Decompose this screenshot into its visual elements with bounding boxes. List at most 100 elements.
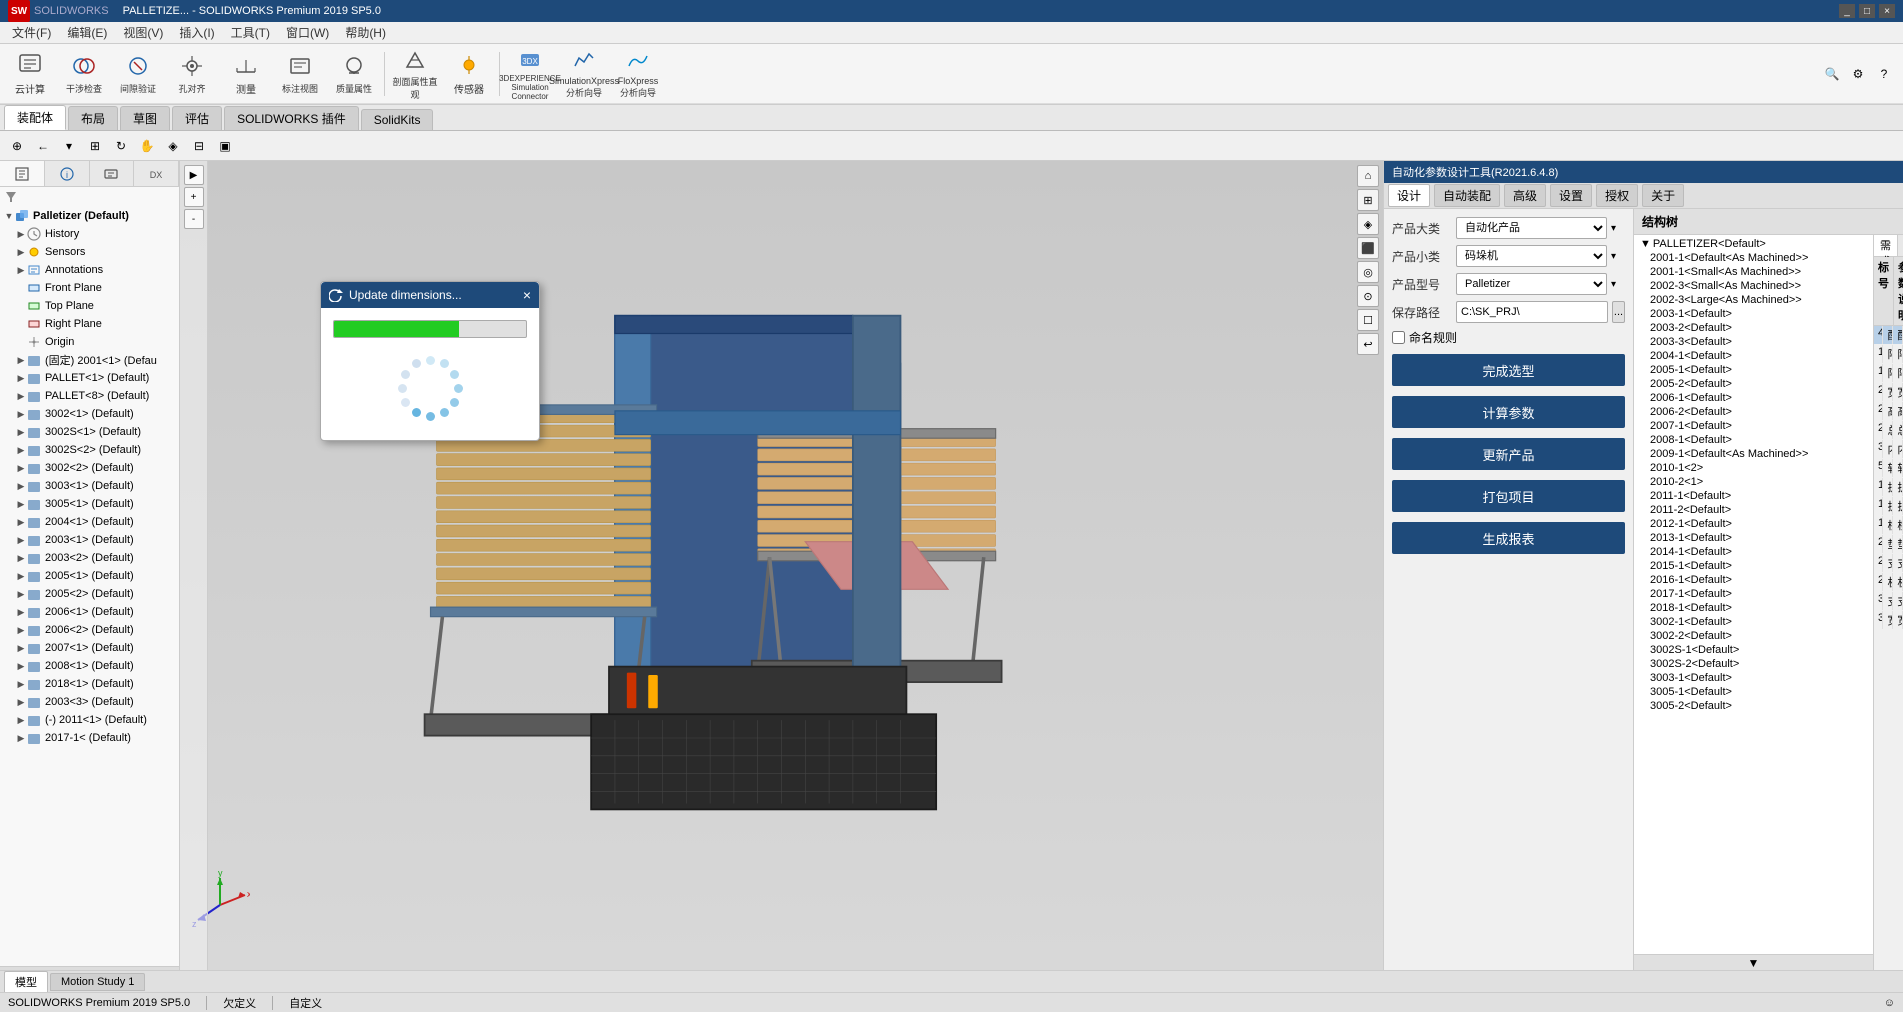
vp-btn-rotate[interactable]: ↩ [1357,333,1379,355]
toolbar-btn-measure[interactable]: 测量 [220,48,272,100]
panel-tab-feature[interactable] [0,161,45,186]
struct-item-20[interactable]: 2013-1<Default> [1636,531,1871,545]
naming-rule-checkbox[interactable] [1392,331,1405,344]
browse-button[interactable]: ... [1612,301,1625,323]
save-path-input[interactable] [1456,301,1608,323]
cmd-icon-zoom[interactable]: ⊞ [84,135,106,157]
panel-tab-property[interactable]: i [45,161,90,186]
menu-insert[interactable]: 插入(I) [171,22,222,43]
vp-btn-section[interactable]: ⬛ [1357,237,1379,259]
struct-item-17[interactable]: 2011-1<Default> [1636,489,1871,503]
struct-item-8[interactable]: 2005-1<Default> [1636,363,1871,377]
struct-item-29[interactable]: 3002S-2<Default> [1636,657,1871,671]
tree-item-top-plane[interactable]: ▶ Top Plane [0,297,179,315]
struct-item-24[interactable]: 2017-1<Default> [1636,587,1871,601]
tree-item-part-5[interactable]: ▶ 3002S<2> (Default) [0,441,179,459]
settings-icon[interactable]: ⚙ [1847,63,1869,85]
struct-item-25[interactable]: 2018-1<Default> [1636,601,1871,615]
struct-item-4[interactable]: 2003-1<Default> [1636,307,1871,321]
param-row-6[interactable]: 30.1 内宽 内宽@3DSket [1874,440,1903,459]
toolbar-btn-sim[interactable]: SimulationXpress 分析向导 [558,48,610,100]
vp-btn-view1[interactable]: ◈ [1357,213,1379,235]
struct-item-9[interactable]: 2005-2<Default> [1636,377,1871,391]
struct-item-28[interactable]: 3002S-1<Default> [1636,643,1871,657]
tree-item-part-18[interactable]: ▶ 2018<1> (Default) [0,675,179,693]
tree-item-part-3[interactable]: ▶ 3002<1> (Default) [0,405,179,423]
struct-item-23[interactable]: 2016-1<Default> [1636,573,1871,587]
param-row-11[interactable]: 200.13 垫板宽 垫板宽@Sket [1874,535,1903,554]
param-row-14[interactable]: 339.24 支架宽 支架宽@... [1874,592,1903,611]
param-tab-selection[interactable]: 需求选型 [1874,235,1898,256]
param-row-8[interactable]: 101.2 护栏长 护栏长@Sket [1874,478,1903,497]
product-category-select[interactable]: 自动化产品 [1456,217,1607,239]
vp-left-btn-3[interactable]: - [184,209,204,229]
cmd-icon-filter[interactable]: ▾ [58,135,80,157]
vp-left-btn-2[interactable]: + [184,187,204,207]
close-button[interactable]: × [1879,4,1895,18]
struct-item-21[interactable]: 2014-1<Default> [1636,545,1871,559]
cmd-icon-display[interactable]: ▣ [214,135,236,157]
search-icon[interactable]: 🔍 [1821,63,1843,85]
package-project-button[interactable]: 打包项目 [1392,480,1625,512]
struct-item-11[interactable]: 2006-2<Default> [1636,405,1871,419]
tree-item-part-4[interactable]: ▶ 3002S<1> (Default) [0,423,179,441]
struct-item-10[interactable]: 2006-1<Default> [1636,391,1871,405]
vp-btn-home[interactable]: ⌂ [1357,165,1379,187]
param-tab-key-params[interactable]: 关键参数 [1898,235,1903,256]
rpanel-tab-advanced[interactable]: 高级 [1504,184,1546,207]
param-row-3[interactable]: 21.1 宽度 宽度@3DSket [1874,383,1903,402]
vp-btn-zoom-fit[interactable]: ⊞ [1357,189,1379,211]
menu-help[interactable]: 帮助(H) [337,22,394,43]
tree-item-annotations[interactable]: ▶ Annotations [0,261,179,279]
tree-item-front-plane[interactable]: ▶ Front Plane [0,279,179,297]
struct-item-18[interactable]: 2011-2<Default> [1636,503,1871,517]
struct-item-16[interactable]: 2010-2<1> [1636,475,1871,489]
struct-item-6[interactable]: 2003-3<Default> [1636,335,1871,349]
cmd-icon-home[interactable]: ⊕ [6,135,28,157]
dialog-close-button[interactable]: × [523,287,531,303]
tree-item-part-21[interactable]: ▶ 2017-1< (Default) [0,729,179,747]
param-row-4[interactable]: 22.1 高度 高度@3DSket [1874,402,1903,421]
vp-btn-appearance[interactable]: ☐ [1357,309,1379,331]
struct-item-12[interactable]: 2007-1<Default> [1636,419,1871,433]
help-icon[interactable]: ? [1873,63,1895,85]
struct-item-13[interactable]: 2008-1<Default> [1636,433,1871,447]
struct-item-0[interactable]: 2001-1<Default<As Machined>> [1636,251,1871,265]
menu-view[interactable]: 视图(V) [115,22,171,43]
toolbar-btn-section[interactable]: 剖面属性直观 [389,48,441,100]
tab-layout[interactable]: 布局 [68,106,118,130]
menu-window[interactable]: 窗口(W) [278,22,337,43]
product-model-select[interactable]: Palletizer [1456,273,1607,295]
calc-params-button[interactable]: 计算参数 [1392,396,1625,428]
struct-item-31[interactable]: 3005-1<Default> [1636,685,1871,699]
update-product-button[interactable]: 更新产品 [1392,438,1625,470]
tree-item-part-13[interactable]: ▶ 2005<2> (Default) [0,585,179,603]
tab-sketch[interactable]: 草图 [120,106,170,130]
tree-item-origin[interactable]: ▶ Origin [0,333,179,351]
struct-root[interactable]: ▼ PALLETIZER<Default> [1636,237,1871,251]
struct-item-2[interactable]: 2002-3<Small<As Machined>> [1636,279,1871,293]
vp-left-btn-1[interactable]: ▶ [184,165,204,185]
tree-item-part-6[interactable]: ▶ 3002<2> (Default) [0,459,179,477]
cmd-icon-rotate[interactable]: ↻ [110,135,132,157]
menu-file[interactable]: 文件(F) [4,22,59,43]
struct-item-30[interactable]: 3003-1<Default> [1636,671,1871,685]
complete-selection-button[interactable]: 完成选型 [1392,354,1625,386]
struct-item-32[interactable]: 3005-2<Default> [1636,699,1871,713]
tree-item-part-1[interactable]: ▶ PALLET<1> (Default) [0,369,179,387]
struct-item-15[interactable]: 2010-1<2> [1636,461,1871,475]
rpanel-tab-settings[interactable]: 设置 [1550,184,1592,207]
viewport[interactable]: x y z ⌂ ⊞ ◈ ⬛ [180,161,1383,970]
tab-assembly[interactable]: 装配体 [4,105,66,130]
tree-item-part-7[interactable]: ▶ 3003<1> (Default) [0,477,179,495]
toolbar-btn-mass[interactable]: 质量属性 [328,48,380,100]
struct-item-26[interactable]: 3002-1<Default> [1636,615,1871,629]
tab-solidkits[interactable]: SolidKits [361,109,434,130]
toolbar-btn-compute[interactable]: 云计算 [4,48,56,100]
tree-item-part-15[interactable]: ▶ 2006<2> (Default) [0,621,179,639]
tree-item-part-14[interactable]: ▶ 2006<1> (Default) [0,603,179,621]
tree-item-history[interactable]: ▶ History [0,225,179,243]
cmd-icon-back[interactable]: ← [32,135,54,157]
toolbar-btn-annotation[interactable]: 标注视图 [274,48,326,100]
tree-root[interactable]: ▼ Palletizer (Default) [0,207,179,225]
